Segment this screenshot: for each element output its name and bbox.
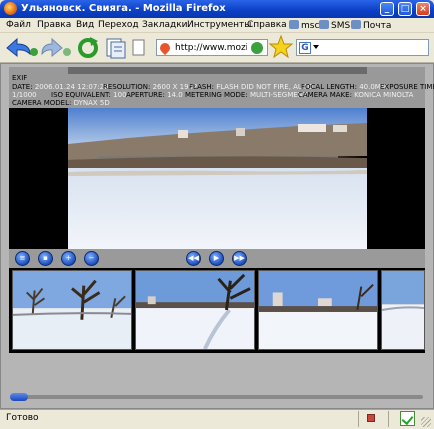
thumbnail[interactable] [381, 270, 425, 350]
zoom-in-button[interactable]: + [61, 251, 76, 266]
bookmark-icon [289, 20, 299, 29]
next-button[interactable]: ▶▶ [232, 251, 247, 266]
menu-tools[interactable]: Инструменты [187, 20, 251, 30]
exif-label: CAMERA MAKE: [298, 91, 352, 99]
zoom-in-icon: + [65, 254, 72, 262]
bookmark-sms[interactable]: SMS [319, 20, 350, 31]
google-search-icon[interactable]: G [299, 42, 311, 54]
page-favicon-icon [157, 40, 173, 56]
url-bar[interactable]: http://www.mozilla.o [156, 39, 268, 56]
exif-value: DYNAX 5D [73, 99, 110, 107]
security-icon[interactable] [367, 414, 375, 422]
next-icon: ▶▶ [234, 254, 245, 262]
exif-value: KONICA MINOLTA [354, 91, 414, 99]
menubar: Файл Правка Вид Переход Закладки Инструм… [0, 18, 434, 33]
menu-help[interactable]: Справка [247, 20, 287, 30]
minimize-button[interactable]: _ [380, 2, 394, 16]
exif-header: EXIF [12, 74, 28, 82]
status-divider [358, 411, 359, 427]
bookmark-label: SMS [331, 21, 351, 31]
thumbnail-scrollbar[interactable] [12, 395, 423, 399]
exif-focal-length: FOCAL LENGTH: 40.0MM [301, 83, 387, 91]
back-icon[interactable] [4, 36, 40, 60]
play-button[interactable]: ▶ [209, 251, 224, 266]
exif-camera-model: CAMERA MODEL: DYNAX 5D [12, 99, 110, 107]
thumbnail[interactable] [12, 270, 132, 350]
search-input[interactable]: G [296, 39, 429, 56]
exif-exposure-value: 1/1000 [12, 91, 37, 99]
close-button[interactable]: × [416, 2, 430, 16]
menu-edit[interactable]: Правка [37, 20, 71, 30]
bookmark-label: msc [301, 21, 320, 31]
bookmark-icon [319, 20, 329, 29]
menu-file[interactable]: Файл [6, 20, 31, 30]
exif-label: ISO EQUIVALENT: [51, 91, 111, 99]
previous-icon: ◀◀ [188, 254, 199, 262]
previous-button[interactable]: ◀◀ [186, 251, 201, 266]
firefox-icon [4, 2, 17, 15]
status-divider [388, 411, 389, 427]
window-title: Ульяновск. Свияга. - Mozilla Firefox [21, 3, 226, 14]
checkmark-icon[interactable] [400, 411, 415, 426]
scrollbar-thumb[interactable] [10, 393, 28, 401]
exif-label: APERTURE: [126, 91, 165, 99]
bookmark-label: Почта [363, 21, 392, 31]
exif-panel: EXIF DATE: 2006.01.24 12:07:28 RESOLUTIO… [9, 74, 434, 108]
menu-bookmarks[interactable]: Закладки [142, 20, 188, 30]
save-icon: ▪ [43, 254, 48, 262]
exif-value: FLASH DID NOT FIRE, AUTO [216, 83, 313, 91]
gallery-footer [9, 353, 425, 393]
exif-camera-make: CAMERA MAKE: KONICA MINOLTA [298, 91, 413, 99]
chevron-down-icon[interactable] [313, 45, 319, 49]
main-photo[interactable] [68, 108, 367, 249]
gallery-top-bar-center [68, 67, 367, 74]
exif-flash: FLASH: FLASH DID NOT FIRE, AUTO [189, 83, 313, 91]
status-text: Готово [6, 413, 39, 423]
exif-label: CAMERA MODEL: [12, 99, 72, 107]
exif-iso: ISO EQUIVALENT: 100 [51, 91, 127, 99]
stop-icon[interactable] [132, 36, 146, 60]
exif-value: 14.0 [167, 91, 183, 99]
exif-date: DATE: 2006.01.24 12:07:28 [12, 83, 109, 91]
thumbnail[interactable] [135, 270, 255, 350]
reload-icon[interactable] [76, 36, 100, 60]
go-icon[interactable] [251, 42, 263, 54]
menu-go[interactable]: Переход [98, 20, 139, 30]
exif-value: 2006.01.24 12:07:28 [34, 83, 109, 91]
zoom-out-button[interactable]: − [84, 251, 99, 266]
save-button[interactable]: ▪ [38, 251, 53, 266]
exif-value: 100 [113, 91, 127, 99]
list-button[interactable]: ≡ [15, 251, 30, 266]
bookmark-msc[interactable]: msc [289, 20, 319, 31]
home-icon[interactable] [104, 36, 128, 60]
maximize-button[interactable]: □ [398, 2, 412, 16]
play-icon: ▶ [213, 254, 220, 262]
bookmark-mail[interactable]: Почта [351, 20, 391, 31]
list-icon: ≡ [19, 254, 26, 262]
url-text[interactable]: http://www.mozilla.o [175, 43, 247, 53]
zoom-out-icon: − [88, 254, 95, 262]
forward-icon[interactable] [40, 36, 72, 60]
exif-label: FLASH: [189, 83, 214, 91]
exif-label: EXPOSURE TIME: [380, 83, 434, 91]
bookmark-star-icon[interactable] [268, 34, 294, 60]
exif-exposure: EXPOSURE TIME: [380, 83, 434, 91]
exif-label: RESOLUTION: [103, 83, 151, 91]
resize-grip-icon[interactable] [421, 417, 431, 427]
exif-resolution: RESOLUTION: 2600 X 1952 [103, 83, 197, 91]
exif-label: METERING MODE: [185, 91, 248, 99]
thumbnail[interactable] [258, 270, 378, 350]
exif-metering: METERING MODE: MULTI-SEGMENT [185, 91, 307, 99]
exif-label: FOCAL LENGTH: [301, 83, 357, 91]
bookmark-icon [351, 20, 361, 29]
exif-value: 1/1000 [12, 91, 37, 99]
exif-aperture: APERTURE: 14.0 [126, 91, 183, 99]
window-titlebar[interactable]: Ульяновск. Свияга. - Mozilla Firefox _ □… [0, 0, 434, 18]
menu-view[interactable]: Вид [76, 20, 94, 30]
exif-label: DATE: [12, 83, 33, 91]
